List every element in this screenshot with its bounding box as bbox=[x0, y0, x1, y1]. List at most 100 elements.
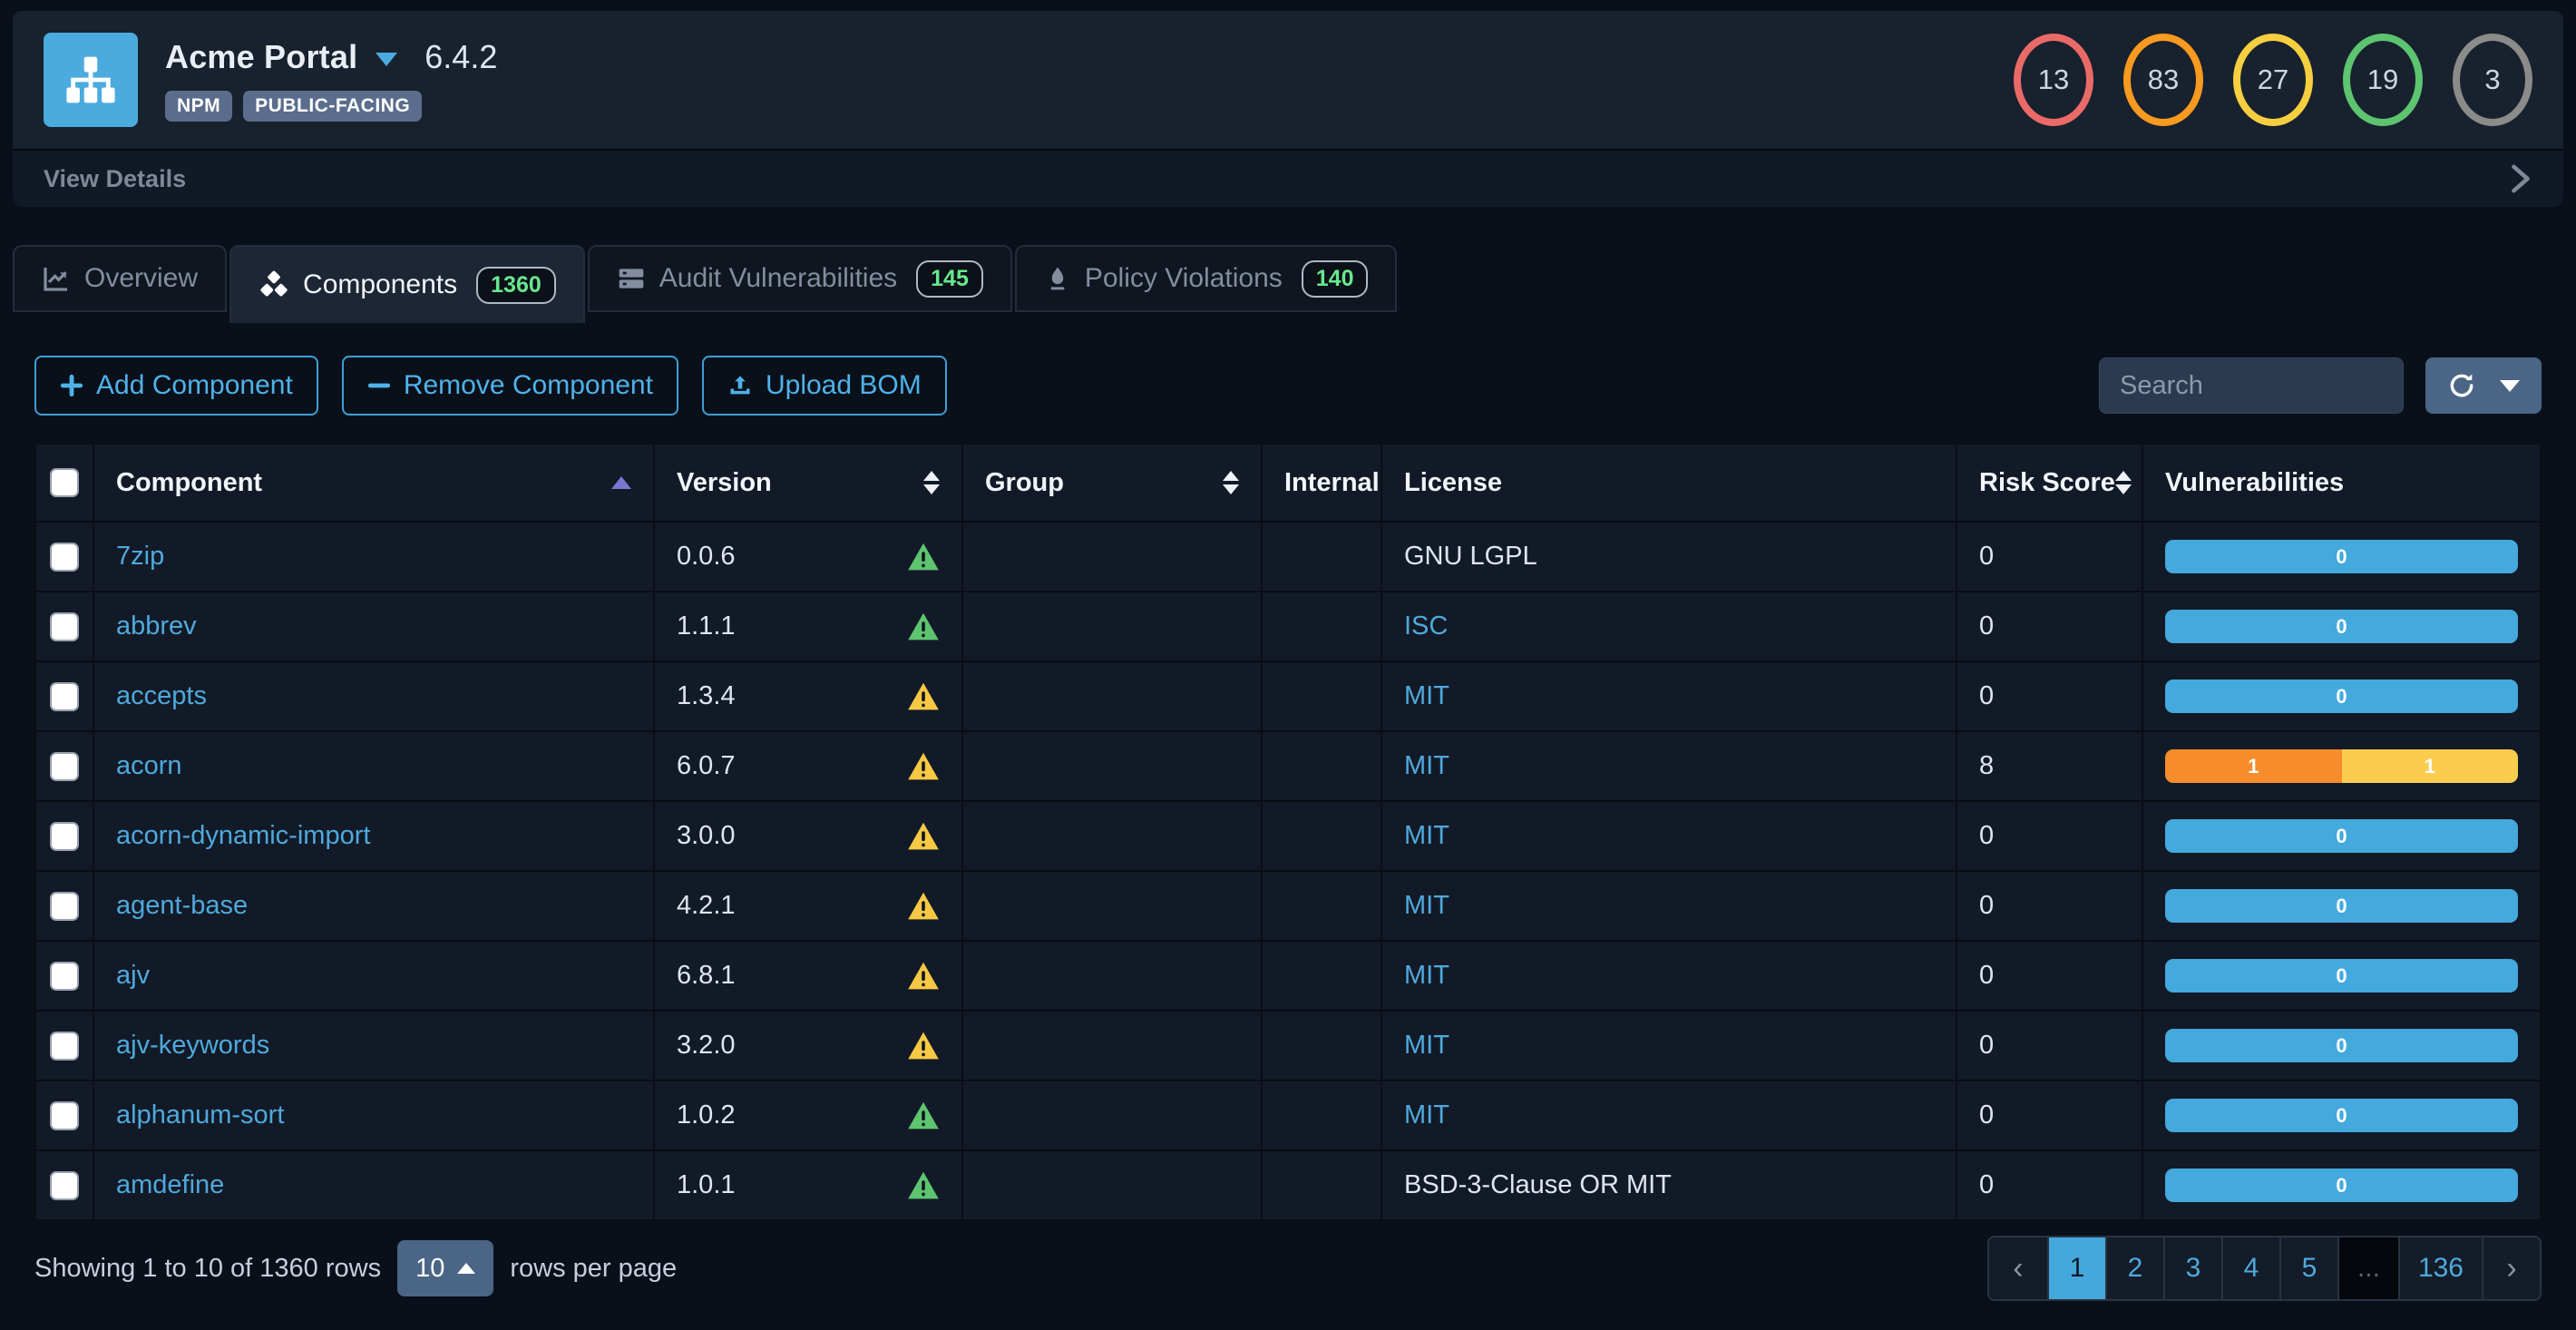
license-link[interactable]: MIT bbox=[1404, 751, 1449, 781]
refresh-button-group[interactable] bbox=[2425, 357, 2542, 414]
component-link[interactable]: accepts bbox=[116, 681, 207, 711]
license-link[interactable]: ISC bbox=[1404, 611, 1448, 641]
tab-components[interactable]: Components 1360 bbox=[229, 245, 585, 323]
component-link[interactable]: acorn-dynamic-import bbox=[116, 821, 370, 851]
page-button-2[interactable]: 2 bbox=[2105, 1237, 2163, 1299]
components-table: Component Version Group Internal License… bbox=[34, 443, 2542, 1221]
column-header-risk-score[interactable]: Risk Score bbox=[1957, 445, 2143, 521]
license-link[interactable]: MIT bbox=[1404, 821, 1449, 851]
chevron-right-icon bbox=[2509, 163, 2532, 194]
server-icon bbox=[617, 264, 646, 293]
upload-bom-button[interactable]: Upload BOM bbox=[702, 356, 947, 416]
view-details-label: View Details bbox=[44, 165, 186, 193]
column-header-component[interactable]: Component bbox=[94, 445, 655, 521]
chevron-up-icon bbox=[457, 1263, 475, 1274]
project-version-caret-icon[interactable] bbox=[376, 53, 397, 66]
page-button-1[interactable]: 1 bbox=[2047, 1237, 2105, 1299]
tab-label: Audit Vulnerabilities bbox=[659, 263, 897, 294]
component-group bbox=[963, 662, 1263, 730]
row-checkbox[interactable] bbox=[50, 612, 79, 641]
search-input[interactable] bbox=[2099, 357, 2404, 414]
previous-page-button[interactable]: ‹ bbox=[1989, 1237, 2047, 1299]
row-checkbox[interactable] bbox=[50, 822, 79, 851]
component-link[interactable]: abbrev bbox=[116, 611, 197, 641]
tab-count-badge: 140 bbox=[1302, 260, 1369, 298]
component-internal bbox=[1263, 592, 1382, 660]
license-link[interactable]: MIT bbox=[1404, 1100, 1449, 1130]
add-component-button[interactable]: Add Component bbox=[34, 356, 318, 416]
component-version: 4.2.1 bbox=[677, 891, 736, 921]
critical-severity-ring: 13 bbox=[2014, 34, 2093, 126]
tab-audit-vulnerabilities[interactable]: Audit Vulnerabilities 145 bbox=[588, 245, 1012, 312]
remove-component-button[interactable]: Remove Component bbox=[342, 356, 678, 416]
project-title: Acme Portal bbox=[165, 38, 357, 76]
component-version: 1.0.1 bbox=[677, 1170, 736, 1200]
tab-policy-violations[interactable]: Policy Violations 140 bbox=[1015, 245, 1398, 312]
component-link[interactable]: amdefine bbox=[116, 1170, 224, 1200]
page-size-select[interactable]: 10 bbox=[397, 1240, 493, 1296]
license-link[interactable]: MIT bbox=[1404, 1031, 1449, 1061]
medium-severity-ring: 27 bbox=[2233, 34, 2313, 126]
column-header-vulnerabilities: Vulnerabilities bbox=[2143, 445, 2540, 521]
tab-label: Policy Violations bbox=[1085, 263, 1283, 294]
component-link[interactable]: ajv-keywords bbox=[116, 1031, 269, 1061]
add-component-label: Add Component bbox=[96, 370, 293, 401]
column-header-internal: Internal bbox=[1263, 445, 1382, 521]
risk-score: 0 bbox=[1957, 942, 2143, 1010]
component-version: 6.8.1 bbox=[677, 961, 736, 991]
component-internal bbox=[1263, 1151, 1382, 1219]
component-group bbox=[963, 732, 1263, 800]
table-footer: Showing 1 to 10 of 1360 rows 10 rows per… bbox=[34, 1236, 2542, 1301]
component-version: 0.0.6 bbox=[677, 542, 736, 572]
refresh-icon[interactable] bbox=[2447, 371, 2476, 400]
plus-icon bbox=[60, 374, 83, 397]
row-checkbox[interactable] bbox=[50, 892, 79, 921]
components-toolbar: Add Component Remove Component Upload BO… bbox=[34, 356, 2542, 416]
remove-component-label: Remove Component bbox=[404, 370, 653, 401]
component-link[interactable]: 7zip bbox=[116, 542, 164, 572]
medium-count: 27 bbox=[2258, 64, 2288, 96]
table-row: agent-base4.2.1MIT00 bbox=[36, 870, 2540, 940]
license-link[interactable]: MIT bbox=[1404, 681, 1449, 711]
component-link[interactable]: ajv bbox=[116, 961, 150, 991]
version-warning-icon bbox=[907, 960, 940, 993]
column-header-version[interactable]: Version bbox=[655, 445, 963, 521]
view-details-bar[interactable]: View Details bbox=[13, 149, 2563, 207]
page-button-136[interactable]: 136 bbox=[2398, 1237, 2482, 1299]
page-button-4[interactable]: 4 bbox=[2221, 1237, 2279, 1299]
row-checkbox[interactable] bbox=[50, 962, 79, 991]
version-warning-icon bbox=[907, 750, 940, 783]
select-all-checkbox[interactable] bbox=[50, 468, 79, 497]
risk-score: 0 bbox=[1957, 1151, 2143, 1219]
component-link[interactable]: agent-base bbox=[116, 891, 248, 921]
row-checkbox[interactable] bbox=[50, 543, 79, 572]
component-group bbox=[963, 523, 1263, 591]
sitemap-icon bbox=[64, 54, 117, 106]
row-checkbox[interactable] bbox=[50, 682, 79, 711]
table-row: ajv-keywords3.2.0MIT00 bbox=[36, 1010, 2540, 1080]
sort-asc-icon bbox=[611, 476, 631, 489]
fire-extinguisher-icon bbox=[1044, 264, 1071, 293]
page-button-3[interactable]: 3 bbox=[2163, 1237, 2221, 1299]
tab-overview[interactable]: Overview bbox=[13, 245, 227, 312]
component-group bbox=[963, 802, 1263, 870]
row-checkbox[interactable] bbox=[50, 752, 79, 781]
next-page-button[interactable]: › bbox=[2482, 1237, 2540, 1299]
column-header-group[interactable]: Group bbox=[963, 445, 1263, 521]
page-button-5[interactable]: 5 bbox=[2279, 1237, 2337, 1299]
chevron-down-icon[interactable] bbox=[2500, 380, 2520, 392]
component-link[interactable]: acorn bbox=[116, 751, 182, 781]
component-link[interactable]: alphanum-sort bbox=[116, 1100, 284, 1130]
low-severity-ring: 19 bbox=[2343, 34, 2423, 126]
high-count: 83 bbox=[2148, 64, 2179, 96]
risk-score: 8 bbox=[1957, 732, 2143, 800]
row-checkbox[interactable] bbox=[50, 1101, 79, 1130]
vulnerabilities-bar: 0 bbox=[2165, 1029, 2518, 1062]
license-link[interactable]: MIT bbox=[1404, 891, 1449, 921]
row-checkbox[interactable] bbox=[50, 1171, 79, 1200]
row-checkbox[interactable] bbox=[50, 1032, 79, 1061]
license-link[interactable]: MIT bbox=[1404, 961, 1449, 991]
component-group bbox=[963, 1081, 1263, 1149]
component-group bbox=[963, 1012, 1263, 1080]
license-text: BSD-3-Clause OR MIT bbox=[1404, 1170, 1672, 1200]
